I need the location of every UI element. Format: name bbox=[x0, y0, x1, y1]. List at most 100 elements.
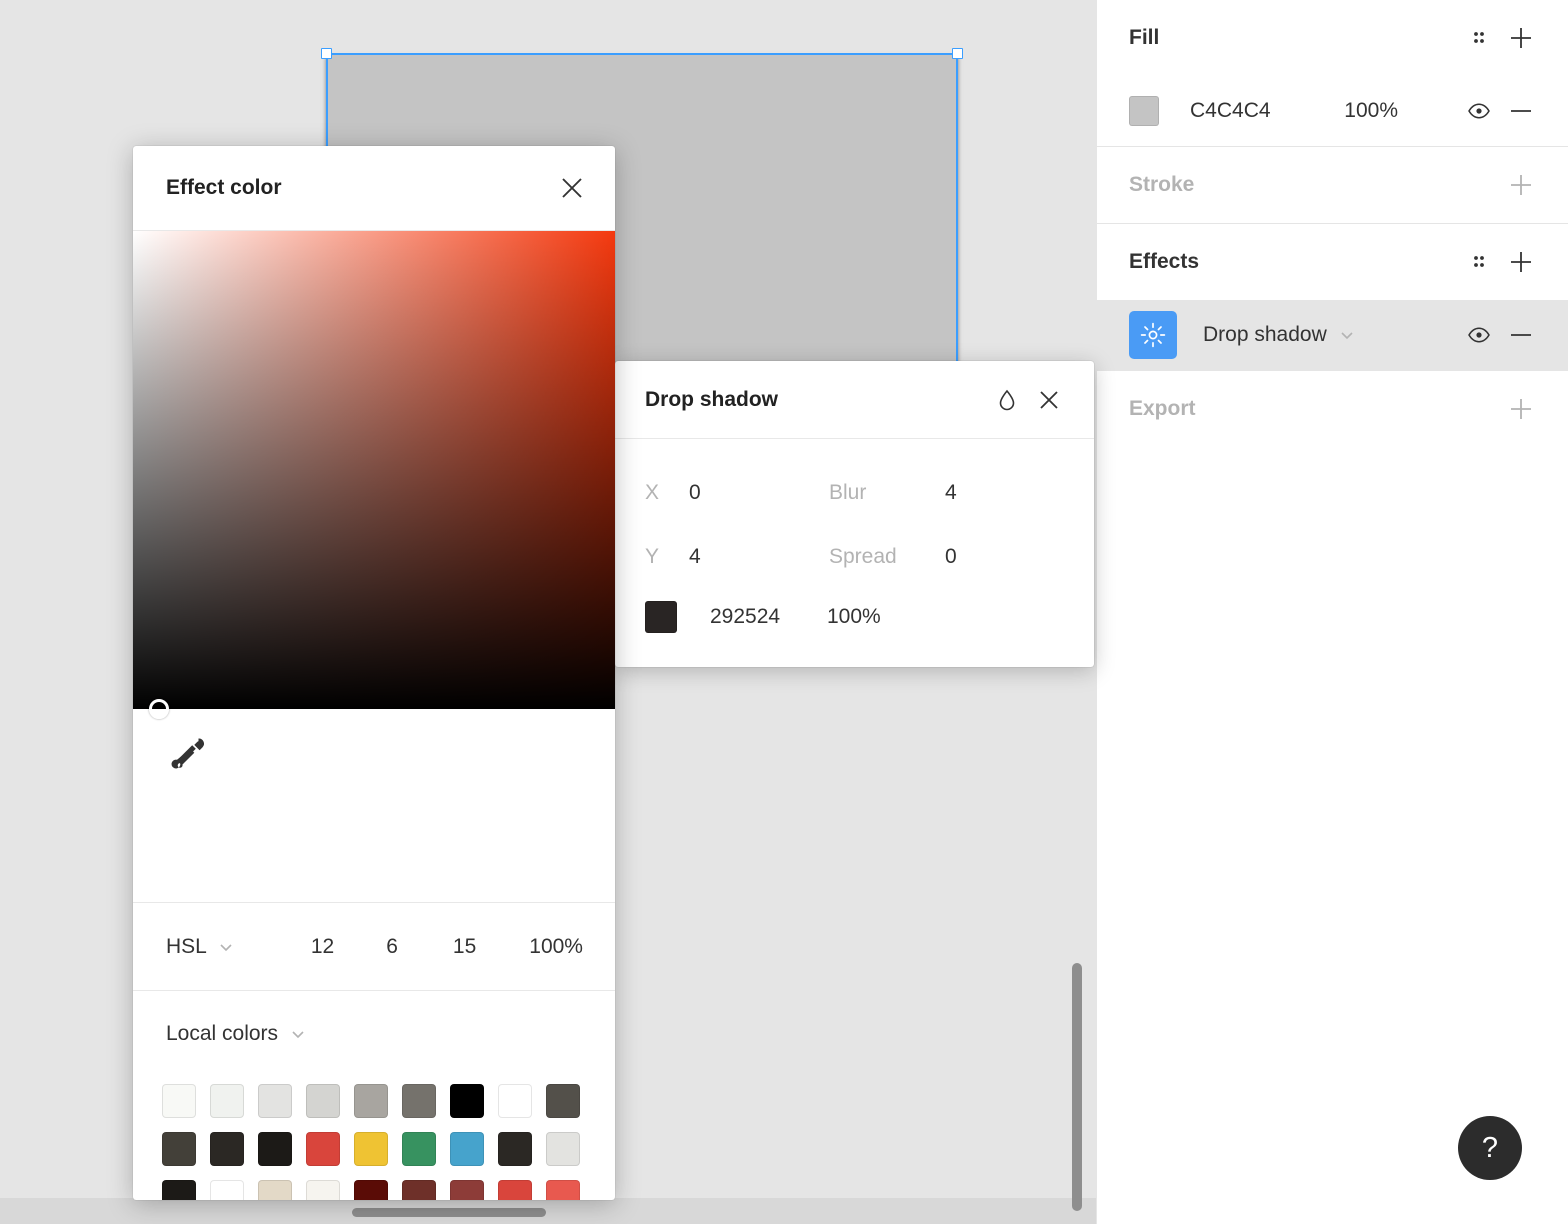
swatch-19[interactable] bbox=[210, 1180, 244, 1200]
lightness-value[interactable]: 15 bbox=[453, 935, 476, 959]
local-color-swatch[interactable] bbox=[443, 1173, 491, 1200]
local-color-swatch[interactable] bbox=[347, 1173, 395, 1200]
blur-value[interactable]: 4 bbox=[945, 481, 957, 505]
local-color-swatch[interactable] bbox=[299, 1173, 347, 1200]
vertical-scrollbar-thumb[interactable] bbox=[1072, 963, 1082, 1211]
local-color-swatch[interactable] bbox=[347, 1077, 395, 1125]
sun-brightness-icon[interactable] bbox=[1129, 311, 1177, 359]
local-color-swatch[interactable] bbox=[299, 1125, 347, 1173]
swatch-13[interactable] bbox=[354, 1132, 388, 1166]
swatch-26[interactable] bbox=[546, 1180, 580, 1200]
swatch-23[interactable] bbox=[402, 1180, 436, 1200]
effect-visibility-eye-icon[interactable] bbox=[1458, 314, 1500, 356]
saturation-value-area[interactable] bbox=[133, 231, 615, 719]
effects-styles-icon[interactable] bbox=[1458, 241, 1500, 283]
fill-add-icon[interactable] bbox=[1500, 17, 1542, 59]
hue-value[interactable]: 12 bbox=[311, 935, 334, 959]
effect-color-close-icon[interactable] bbox=[551, 167, 593, 209]
local-color-swatch[interactable] bbox=[251, 1173, 299, 1200]
stroke-add-icon[interactable] bbox=[1500, 164, 1542, 206]
effect-row-drop-shadow[interactable]: Drop shadow bbox=[1097, 300, 1568, 370]
effects-add-icon[interactable] bbox=[1500, 241, 1542, 283]
export-section: Export bbox=[1097, 371, 1568, 447]
fill-hex-value[interactable]: C4C4C4 bbox=[1190, 99, 1271, 123]
local-color-swatch[interactable] bbox=[539, 1077, 587, 1125]
drop-shadow-close-icon[interactable] bbox=[1028, 379, 1070, 421]
swatch-24[interactable] bbox=[450, 1180, 484, 1200]
local-color-swatch[interactable] bbox=[443, 1125, 491, 1173]
local-color-swatch[interactable] bbox=[251, 1125, 299, 1173]
swatch-25[interactable] bbox=[498, 1180, 532, 1200]
chevron-down-icon[interactable] bbox=[216, 937, 236, 957]
droplet-icon[interactable] bbox=[986, 379, 1028, 421]
resize-handle-top-left[interactable] bbox=[321, 48, 332, 59]
local-color-swatch[interactable] bbox=[203, 1173, 251, 1200]
horizontal-scrollbar-thumb[interactable] bbox=[352, 1208, 546, 1217]
saturation-value[interactable]: 6 bbox=[386, 935, 398, 959]
fill-color-swatch[interactable] bbox=[1129, 96, 1159, 126]
local-color-swatch[interactable] bbox=[251, 1077, 299, 1125]
local-colors-header[interactable]: Local colors bbox=[133, 991, 615, 1077]
swatch-5[interactable] bbox=[402, 1084, 436, 1118]
fill-visibility-eye-icon[interactable] bbox=[1458, 90, 1500, 132]
swatch-7[interactable] bbox=[498, 1084, 532, 1118]
horizontal-scrollbar-track[interactable] bbox=[0, 1198, 1096, 1224]
local-color-swatch[interactable] bbox=[395, 1125, 443, 1173]
local-color-swatch[interactable] bbox=[203, 1077, 251, 1125]
fill-remove-icon[interactable] bbox=[1500, 90, 1542, 132]
local-color-swatch[interactable] bbox=[155, 1077, 203, 1125]
local-color-swatch[interactable] bbox=[491, 1077, 539, 1125]
color-model-selector[interactable]: HSL bbox=[166, 935, 236, 959]
swatch-12[interactable] bbox=[306, 1132, 340, 1166]
x-value[interactable]: 0 bbox=[689, 481, 829, 505]
local-color-swatch[interactable] bbox=[539, 1125, 587, 1173]
resize-handle-top-right[interactable] bbox=[952, 48, 963, 59]
local-color-swatch[interactable] bbox=[491, 1125, 539, 1173]
effect-remove-icon[interactable] bbox=[1500, 314, 1542, 356]
swatch-9[interactable] bbox=[162, 1132, 196, 1166]
swatch-4[interactable] bbox=[354, 1084, 388, 1118]
local-color-swatch[interactable] bbox=[491, 1173, 539, 1200]
swatch-21[interactable] bbox=[306, 1180, 340, 1200]
swatch-16[interactable] bbox=[498, 1132, 532, 1166]
drop-shadow-hex-value[interactable]: 292524 bbox=[710, 605, 827, 629]
local-color-swatch[interactable] bbox=[299, 1077, 347, 1125]
stroke-section: Stroke bbox=[1097, 147, 1568, 224]
fill-opacity-value[interactable]: 100% bbox=[1344, 99, 1398, 123]
local-color-swatch[interactable] bbox=[395, 1173, 443, 1200]
spread-value[interactable]: 0 bbox=[945, 545, 957, 569]
swatch-1[interactable] bbox=[210, 1084, 244, 1118]
help-button[interactable]: ? bbox=[1458, 1116, 1522, 1180]
local-color-swatch[interactable] bbox=[395, 1077, 443, 1125]
chevron-down-icon[interactable] bbox=[288, 1024, 308, 1044]
local-color-swatch[interactable] bbox=[203, 1125, 251, 1173]
swatch-3[interactable] bbox=[306, 1084, 340, 1118]
swatch-8[interactable] bbox=[546, 1084, 580, 1118]
drop-shadow-color-swatch[interactable] bbox=[645, 601, 677, 633]
fill-styles-icon[interactable] bbox=[1458, 17, 1500, 59]
swatch-6[interactable] bbox=[450, 1084, 484, 1118]
swatch-20[interactable] bbox=[258, 1180, 292, 1200]
eyedropper-icon[interactable] bbox=[166, 731, 210, 775]
local-color-swatch[interactable] bbox=[443, 1077, 491, 1125]
effect-name-label[interactable]: Drop shadow bbox=[1203, 323, 1327, 347]
swatch-11[interactable] bbox=[258, 1132, 292, 1166]
local-color-swatch[interactable] bbox=[539, 1173, 587, 1200]
local-color-swatch[interactable] bbox=[155, 1173, 203, 1200]
fill-color-row[interactable]: C4C4C4 100% bbox=[1097, 76, 1568, 146]
export-add-icon[interactable] bbox=[1500, 388, 1542, 430]
swatch-0[interactable] bbox=[162, 1084, 196, 1118]
swatch-2[interactable] bbox=[258, 1084, 292, 1118]
swatch-18[interactable] bbox=[162, 1180, 196, 1200]
chevron-down-icon[interactable] bbox=[1337, 325, 1357, 345]
swatch-22[interactable] bbox=[354, 1180, 388, 1200]
drop-shadow-opacity-value[interactable]: 100% bbox=[827, 605, 881, 629]
local-color-swatch[interactable] bbox=[155, 1125, 203, 1173]
swatch-10[interactable] bbox=[210, 1132, 244, 1166]
y-value[interactable]: 4 bbox=[689, 545, 829, 569]
alpha-value[interactable]: 100% bbox=[529, 935, 583, 959]
swatch-17[interactable] bbox=[546, 1132, 580, 1166]
swatch-15[interactable] bbox=[450, 1132, 484, 1166]
swatch-14[interactable] bbox=[402, 1132, 436, 1166]
local-color-swatch[interactable] bbox=[347, 1125, 395, 1173]
